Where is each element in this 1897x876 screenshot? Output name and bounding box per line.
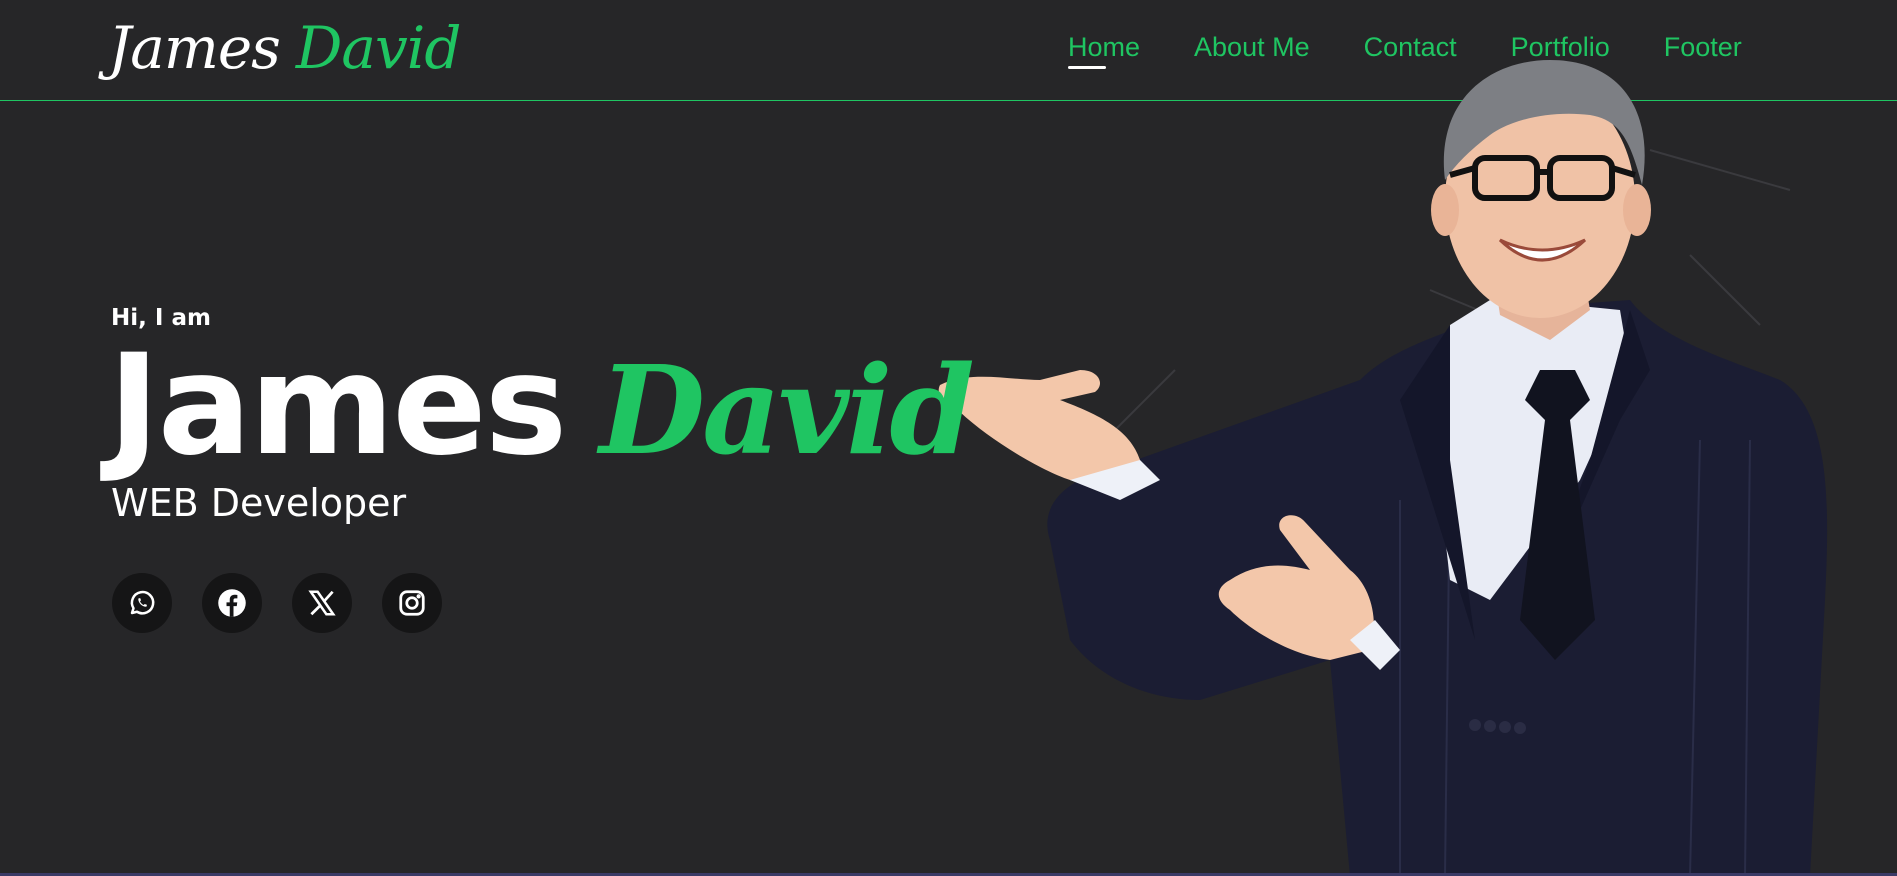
whatsapp-link[interactable]: [112, 573, 172, 633]
facebook-icon: [217, 588, 247, 618]
hero-first-name: James: [108, 324, 567, 486]
instagram-link[interactable]: [382, 573, 442, 633]
facebook-link[interactable]: [202, 573, 262, 633]
hero-role: WEB Developer: [111, 481, 407, 525]
x-twitter-icon: [307, 588, 337, 618]
hero-name: James David: [108, 330, 975, 485]
logo[interactable]: James David: [108, 8, 462, 88]
x-twitter-link[interactable]: [292, 573, 352, 633]
logo-first-name: James: [108, 14, 281, 82]
hero-last-name: David: [599, 338, 974, 482]
hero-portrait: [930, 40, 1890, 876]
instagram-icon: [397, 588, 427, 618]
logo-last-name: David: [295, 14, 462, 82]
social-links: [112, 573, 442, 633]
whatsapp-icon: [127, 588, 157, 618]
